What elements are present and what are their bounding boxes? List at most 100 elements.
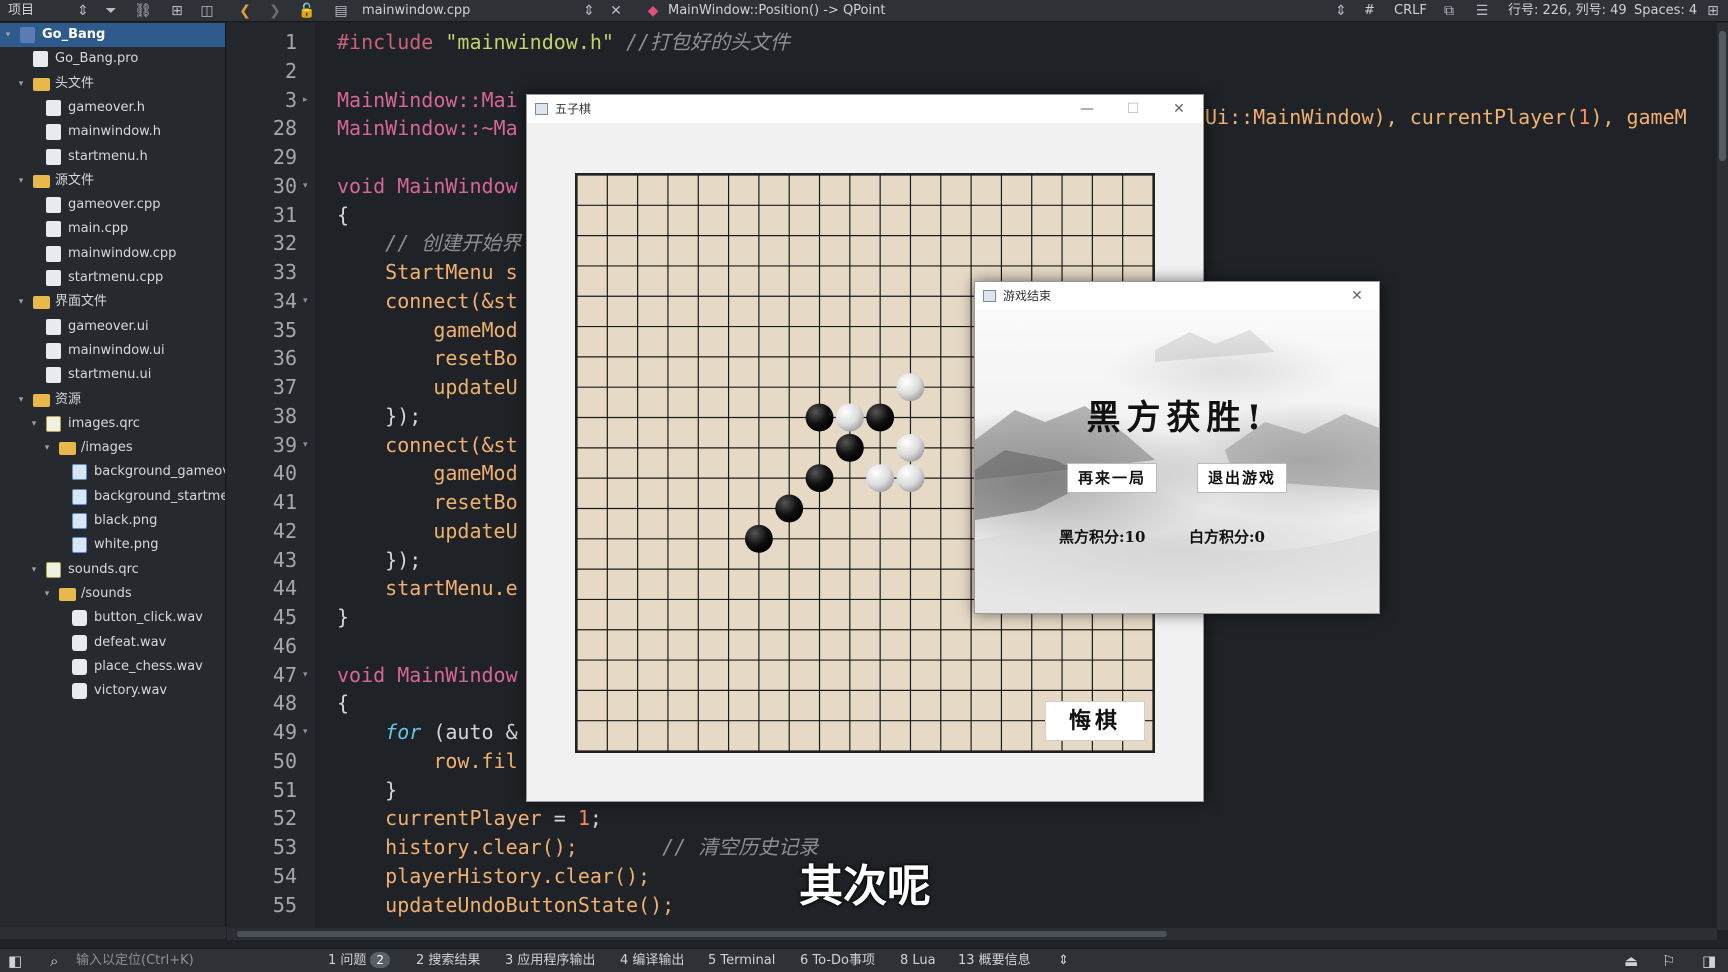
open-file-name[interactable]: mainwindow.cpp (362, 0, 470, 22)
tree-item[interactable]: ▾ 资源 (0, 388, 225, 412)
tree-item[interactable]: defeat.wav (0, 631, 225, 655)
output-tab[interactable]: 1 问题 2 (328, 949, 391, 972)
code-line[interactable]: MainWindow::Mai (337, 86, 518, 114)
tree-item[interactable]: button_click.wav (0, 606, 225, 630)
code-line[interactable]: gameMod (337, 316, 517, 344)
back-arrow-icon[interactable]: ❮ (236, 0, 254, 22)
tree-item[interactable]: place_chess.wav (0, 655, 225, 679)
split-icon[interactable]: ⊞ (168, 0, 186, 22)
maximize-button[interactable]: ☐ (1113, 95, 1153, 123)
code-line[interactable]: { (337, 689, 349, 717)
expand-arrow-icon[interactable]: ▾ (28, 558, 40, 582)
expand-arrow-icon[interactable]: ▾ (15, 169, 27, 193)
link-icon[interactable]: ⛓ (134, 0, 152, 22)
code-line[interactable]: }); (337, 402, 421, 430)
tree-item[interactable]: gameover.h (0, 96, 225, 120)
code-line[interactable]: startMenu.e (337, 574, 517, 602)
tree-item[interactable]: black.png (0, 509, 225, 533)
tree-item[interactable]: background_gameove (0, 460, 225, 484)
fold-marker-icon[interactable]: ▾ (303, 172, 308, 200)
tree-item[interactable]: mainwindow.cpp (0, 242, 225, 266)
code-line[interactable]: void MainWindow (337, 172, 518, 200)
file-dropdown-icon[interactable]: ⇕ (580, 0, 598, 22)
tree-item[interactable]: ▾ 源文件 (0, 169, 225, 193)
function-dropdown-icon[interactable]: ⇕ (1332, 0, 1350, 22)
indent-setting[interactable]: Spaces: 4 (1634, 0, 1697, 22)
tree-item[interactable]: mainwindow.h (0, 120, 225, 144)
code-line[interactable]: updateU (337, 517, 517, 545)
tree-item[interactable]: ▾ 界面文件 (0, 290, 225, 314)
sidebar-horizontal-scrollbar[interactable] (0, 927, 226, 939)
tree-item[interactable]: Go_Bang.pro (0, 47, 225, 71)
code-line[interactable]: // 创建开始界 (337, 229, 521, 257)
code-line[interactable]: { (337, 201, 349, 229)
code-line[interactable]: MainWindow::~Ma (337, 114, 518, 142)
output-tab[interactable]: 3 应用程序输出 (505, 949, 595, 972)
code-line[interactable]: updateU (337, 373, 517, 401)
tree-item[interactable]: gameover.ui (0, 315, 225, 339)
close-button[interactable]: ✕ (1159, 95, 1199, 123)
fold-marker-icon[interactable]: ▸ (303, 86, 308, 114)
undo-button[interactable]: 悔棋 (1045, 701, 1145, 741)
code-line[interactable]: playerHistory.clear(); (337, 862, 650, 890)
expand-arrow-icon[interactable]: ▾ (41, 582, 53, 606)
code-line[interactable]: StartMenu s (337, 258, 517, 286)
tree-item[interactable]: startmenu.cpp (0, 266, 225, 290)
toggle-sidebar-icon[interactable]: ◧ (8, 949, 22, 972)
tree-item[interactable]: gameover.cpp (0, 193, 225, 217)
locator-input[interactable]: 输入以定位(Ctrl+K) (76, 949, 194, 972)
scrollbar-thumb[interactable] (1719, 31, 1726, 161)
output-tab[interactable]: 6 To-Do事项 (800, 949, 875, 972)
panel-switch-icon[interactable]: ⇕ (74, 0, 92, 22)
expand-arrow-icon[interactable]: ▾ (15, 72, 27, 96)
function-selector[interactable]: MainWindow::Position() -> QPoint (668, 0, 885, 22)
filter-icon[interactable]: ⏷ (102, 0, 120, 22)
code-line[interactable]: resetBo (337, 488, 517, 516)
code-line[interactable]: updateUndoButtonState(); (337, 891, 674, 919)
fold-marker-icon[interactable]: ▾ (303, 287, 308, 315)
line-ending[interactable]: CRLF (1394, 0, 1427, 22)
document-icon[interactable]: ☰ (1473, 0, 1491, 22)
tree-item[interactable]: ▾ Go_Bang (0, 23, 225, 47)
code-line[interactable]: for (auto & (337, 718, 517, 746)
tree-item[interactable]: background_startmer (0, 485, 225, 509)
expand-arrow-icon[interactable]: ▾ (2, 23, 14, 47)
tree-item[interactable]: victory.wav (0, 679, 225, 703)
fold-marker-icon[interactable]: ▾ (303, 718, 308, 746)
play-again-button[interactable]: 再来一局 (1067, 463, 1157, 493)
expand-arrow-icon[interactable]: ▾ (15, 388, 27, 412)
hash-indicator[interactable]: # (1364, 0, 1375, 22)
tree-item[interactable]: ▾ sounds.qrc (0, 558, 225, 582)
tree-item[interactable]: startmenu.ui (0, 363, 225, 387)
output-tab[interactable]: 8 Lua (900, 949, 936, 972)
code-line[interactable]: } (337, 776, 397, 804)
tree-item[interactable]: white.png (0, 533, 225, 557)
notification-icon[interactable]: ⚐ (1662, 949, 1675, 972)
code-line[interactable]: #include "mainwindow.h" //打包好的头文件 (337, 28, 790, 56)
forward-arrow-icon[interactable]: ❯ (266, 0, 284, 22)
expand-arrow-icon[interactable]: ▾ (28, 412, 40, 436)
scrollbar-thumb[interactable] (237, 931, 1167, 937)
tree-item[interactable]: main.cpp (0, 217, 225, 241)
code-line[interactable]: connect(&st (337, 287, 517, 315)
code-line[interactable]: }); (337, 546, 421, 574)
code-line[interactable]: connect(&st (337, 431, 517, 459)
output-tab[interactable]: 13 概要信息 (958, 949, 1031, 972)
close-panel-icon[interactable]: ◫ (198, 0, 216, 22)
tree-item[interactable]: ▾ /images (0, 436, 225, 460)
expand-arrow-icon[interactable]: ▾ (41, 436, 53, 460)
code-line[interactable]: void MainWindow (337, 661, 518, 689)
minimize-button[interactable]: — (1067, 95, 1107, 123)
output-tab[interactable]: 5 Terminal (708, 949, 775, 972)
pane-dropdown-icon[interactable]: ⇕ (1058, 949, 1069, 972)
exit-game-button[interactable]: 退出游戏 (1197, 463, 1287, 493)
fold-marker-icon[interactable]: ▾ (303, 431, 308, 459)
code-line[interactable]: gameMod (337, 459, 517, 487)
split-editor-icon[interactable]: ⊞ (1704, 0, 1722, 22)
fold-marker-icon[interactable]: ▾ (303, 661, 308, 689)
lock-icon[interactable]: 🔓 (298, 0, 316, 22)
expand-arrow-icon[interactable]: ▾ (15, 290, 27, 314)
output-tab[interactable]: 4 编译输出 (620, 949, 684, 972)
tree-item[interactable]: ▾ 头文件 (0, 72, 225, 96)
cursor-position[interactable]: 行号: 226, 列号: 49 (1508, 0, 1627, 22)
